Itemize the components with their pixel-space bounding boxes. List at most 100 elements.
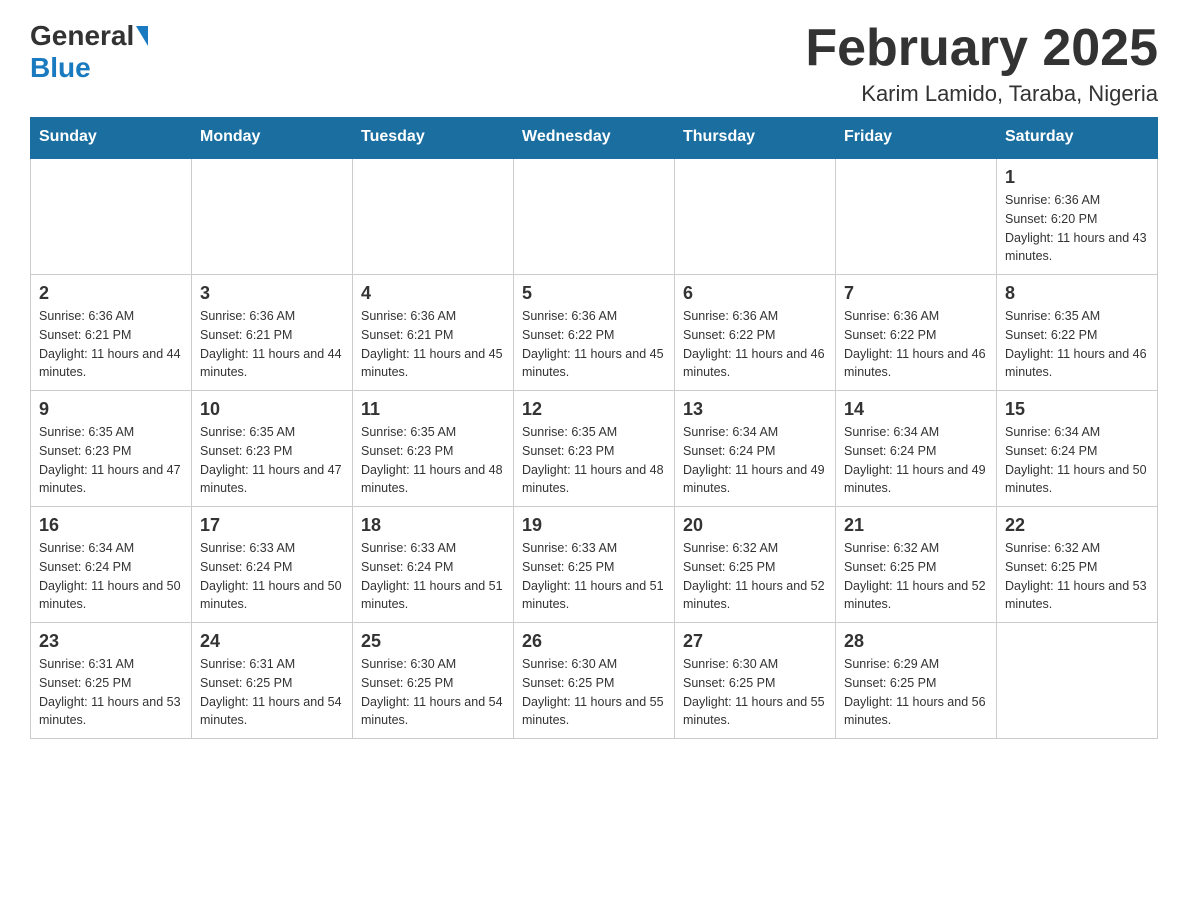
calendar-cell: 27Sunrise: 6:30 AMSunset: 6:25 PMDayligh… xyxy=(675,623,836,739)
day-info: Sunrise: 6:36 AMSunset: 6:22 PMDaylight:… xyxy=(522,307,666,382)
calendar-cell xyxy=(353,158,514,275)
day-info: Sunrise: 6:36 AMSunset: 6:22 PMDaylight:… xyxy=(683,307,827,382)
day-number: 10 xyxy=(200,399,344,420)
day-info: Sunrise: 6:33 AMSunset: 6:24 PMDaylight:… xyxy=(361,539,505,614)
day-number: 28 xyxy=(844,631,988,652)
calendar-cell: 5 Sunrise: 6:36 AMSunset: 6:22 PMDaylight… xyxy=(514,275,675,391)
calendar-week-1: 1 Sunrise: 6:36 AMSunset: 6:20 PMDaylight… xyxy=(31,158,1158,275)
day-number: 25 xyxy=(361,631,505,652)
day-info: Sunrise: 6:35 AMSunset: 6:22 PMDaylight:… xyxy=(1005,307,1149,382)
calendar-cell xyxy=(514,158,675,275)
day-number: 14 xyxy=(844,399,988,420)
day-number: 9 xyxy=(39,399,183,420)
calendar-cell: 14 Sunrise: 6:34 AMSunset: 6:24 PMDayligh… xyxy=(836,391,997,507)
day-info: Sunrise: 6:30 AMSunset: 6:25 PMDaylight:… xyxy=(522,655,666,730)
day-info: Sunrise: 6:31 AMSunset: 6:25 PMDaylight:… xyxy=(39,655,183,730)
calendar-cell: 26Sunrise: 6:30 AMSunset: 6:25 PMDayligh… xyxy=(514,623,675,739)
day-number: 11 xyxy=(361,399,505,420)
month-title: February 2025 xyxy=(805,20,1158,77)
calendar-cell: 2Sunrise: 6:36 AMSunset: 6:21 PMDaylight… xyxy=(31,275,192,391)
calendar-cell: 16 Sunrise: 6:34 AMSunset: 6:24 PMDayligh… xyxy=(31,507,192,623)
day-info: Sunrise: 6:36 AMSunset: 6:21 PMDaylight:… xyxy=(361,307,505,382)
calendar-cell: 3Sunrise: 6:36 AMSunset: 6:21 PMDaylight… xyxy=(192,275,353,391)
day-info: Sunrise: 6:35 AMSunset: 6:23 PMDaylight:… xyxy=(361,423,505,498)
day-info: Sunrise: 6:36 AMSunset: 6:21 PMDaylight:… xyxy=(200,307,344,382)
page-header: General Blue February 2025 Karim Lamido,… xyxy=(30,20,1158,107)
calendar-cell xyxy=(192,158,353,275)
calendar-cell: 12 Sunrise: 6:35 AMSunset: 6:23 PMDayligh… xyxy=(514,391,675,507)
day-info: Sunrise: 6:33 AMSunset: 6:24 PMDaylight:… xyxy=(200,539,344,614)
day-number: 18 xyxy=(361,515,505,536)
calendar-cell: 11 Sunrise: 6:35 AMSunset: 6:23 PMDayligh… xyxy=(353,391,514,507)
logo-general-text: General xyxy=(30,20,134,52)
day-number: 16 xyxy=(39,515,183,536)
calendar-cell: 19 Sunrise: 6:33 AMSunset: 6:25 PMDayligh… xyxy=(514,507,675,623)
calendar-cell xyxy=(997,623,1158,739)
day-number: 1 xyxy=(1005,167,1149,188)
calendar-week-3: 9 Sunrise: 6:35 AMSunset: 6:23 PMDaylight… xyxy=(31,391,1158,507)
day-info: Sunrise: 6:35 AMSunset: 6:23 PMDaylight:… xyxy=(39,423,183,498)
day-info: Sunrise: 6:35 AMSunset: 6:23 PMDaylight:… xyxy=(522,423,666,498)
weekday-header-friday: Friday xyxy=(836,118,997,158)
day-info: Sunrise: 6:36 AMSunset: 6:22 PMDaylight:… xyxy=(844,307,988,382)
weekday-header-saturday: Saturday xyxy=(997,118,1158,158)
day-number: 21 xyxy=(844,515,988,536)
day-info: Sunrise: 6:31 AMSunset: 6:25 PMDaylight:… xyxy=(200,655,344,730)
calendar-cell: 20Sunrise: 6:32 AMSunset: 6:25 PMDayligh… xyxy=(675,507,836,623)
weekday-header-row: SundayMondayTuesdayWednesdayThursdayFrid… xyxy=(31,118,1158,158)
calendar-cell: 4 Sunrise: 6:36 AMSunset: 6:21 PMDaylight… xyxy=(353,275,514,391)
calendar-cell: 17 Sunrise: 6:33 AMSunset: 6:24 PMDayligh… xyxy=(192,507,353,623)
day-number: 4 xyxy=(361,283,505,304)
calendar-cell: 23 Sunrise: 6:31 AMSunset: 6:25 PMDayligh… xyxy=(31,623,192,739)
day-number: 17 xyxy=(200,515,344,536)
logo: General Blue xyxy=(30,20,150,84)
day-info: Sunrise: 6:30 AMSunset: 6:25 PMDaylight:… xyxy=(361,655,505,730)
logo-triangle-icon xyxy=(136,26,148,46)
day-info: Sunrise: 6:36 AMSunset: 6:20 PMDaylight:… xyxy=(1005,191,1149,266)
day-number: 12 xyxy=(522,399,666,420)
day-info: Sunrise: 6:29 AMSunset: 6:25 PMDaylight:… xyxy=(844,655,988,730)
calendar-week-2: 2Sunrise: 6:36 AMSunset: 6:21 PMDaylight… xyxy=(31,275,1158,391)
weekday-header-sunday: Sunday xyxy=(31,118,192,158)
day-number: 23 xyxy=(39,631,183,652)
day-info: Sunrise: 6:34 AMSunset: 6:24 PMDaylight:… xyxy=(39,539,183,614)
calendar-cell: 6Sunrise: 6:36 AMSunset: 6:22 PMDaylight… xyxy=(675,275,836,391)
calendar-cell: 9 Sunrise: 6:35 AMSunset: 6:23 PMDaylight… xyxy=(31,391,192,507)
day-info: Sunrise: 6:34 AMSunset: 6:24 PMDaylight:… xyxy=(683,423,827,498)
calendar-cell: 7 Sunrise: 6:36 AMSunset: 6:22 PMDaylight… xyxy=(836,275,997,391)
day-number: 22 xyxy=(1005,515,1149,536)
location-subtitle: Karim Lamido, Taraba, Nigeria xyxy=(805,81,1158,107)
day-number: 7 xyxy=(844,283,988,304)
day-number: 19 xyxy=(522,515,666,536)
day-number: 5 xyxy=(522,283,666,304)
day-number: 15 xyxy=(1005,399,1149,420)
calendar-cell: 15Sunrise: 6:34 AMSunset: 6:24 PMDayligh… xyxy=(997,391,1158,507)
calendar-cell: 13Sunrise: 6:34 AMSunset: 6:24 PMDayligh… xyxy=(675,391,836,507)
day-number: 20 xyxy=(683,515,827,536)
calendar-cell: 28 Sunrise: 6:29 AMSunset: 6:25 PMDayligh… xyxy=(836,623,997,739)
calendar-cell: 25 Sunrise: 6:30 AMSunset: 6:25 PMDayligh… xyxy=(353,623,514,739)
day-info: Sunrise: 6:34 AMSunset: 6:24 PMDaylight:… xyxy=(844,423,988,498)
day-info: Sunrise: 6:35 AMSunset: 6:23 PMDaylight:… xyxy=(200,423,344,498)
calendar-cell: 22 Sunrise: 6:32 AMSunset: 6:25 PMDayligh… xyxy=(997,507,1158,623)
calendar-week-5: 23 Sunrise: 6:31 AMSunset: 6:25 PMDayligh… xyxy=(31,623,1158,739)
logo-blue-text: Blue xyxy=(30,52,91,83)
day-number: 24 xyxy=(200,631,344,652)
calendar-week-4: 16 Sunrise: 6:34 AMSunset: 6:24 PMDayligh… xyxy=(31,507,1158,623)
day-info: Sunrise: 6:33 AMSunset: 6:25 PMDaylight:… xyxy=(522,539,666,614)
day-number: 27 xyxy=(683,631,827,652)
weekday-header-thursday: Thursday xyxy=(675,118,836,158)
calendar-cell: 10 Sunrise: 6:35 AMSunset: 6:23 PMDayligh… xyxy=(192,391,353,507)
day-number: 8 xyxy=(1005,283,1149,304)
weekday-header-monday: Monday xyxy=(192,118,353,158)
day-info: Sunrise: 6:32 AMSunset: 6:25 PMDaylight:… xyxy=(1005,539,1149,614)
calendar-table: SundayMondayTuesdayWednesdayThursdayFrid… xyxy=(30,117,1158,739)
day-info: Sunrise: 6:32 AMSunset: 6:25 PMDaylight:… xyxy=(844,539,988,614)
title-section: February 2025 Karim Lamido, Taraba, Nige… xyxy=(805,20,1158,107)
day-info: Sunrise: 6:36 AMSunset: 6:21 PMDaylight:… xyxy=(39,307,183,382)
calendar-cell: 1 Sunrise: 6:36 AMSunset: 6:20 PMDaylight… xyxy=(997,158,1158,275)
calendar-cell xyxy=(836,158,997,275)
calendar-cell: 8 Sunrise: 6:35 AMSunset: 6:22 PMDaylight… xyxy=(997,275,1158,391)
calendar-cell: 21 Sunrise: 6:32 AMSunset: 6:25 PMDayligh… xyxy=(836,507,997,623)
weekday-header-tuesday: Tuesday xyxy=(353,118,514,158)
